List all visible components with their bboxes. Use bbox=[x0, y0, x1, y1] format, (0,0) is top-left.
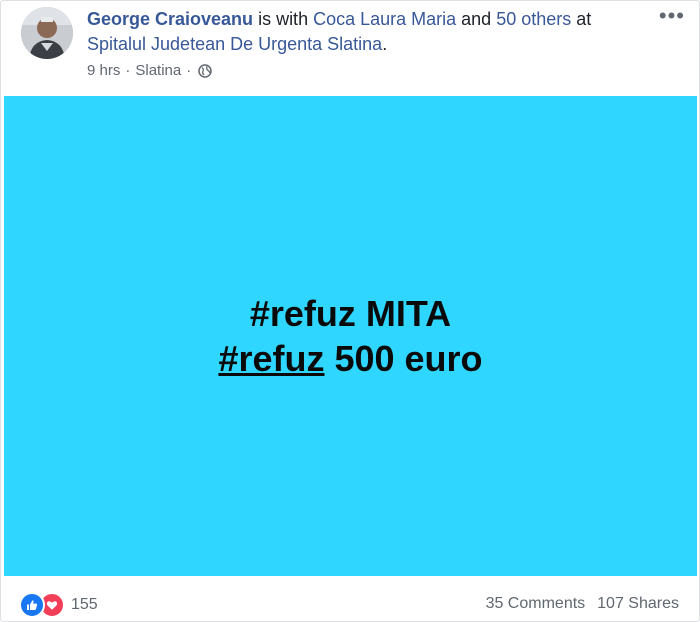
tagged-person-link[interactable]: Coca Laura Maria bbox=[313, 9, 456, 29]
like-icon bbox=[19, 592, 45, 618]
media-text-line-1: #refuz MITA bbox=[249, 293, 452, 334]
post-timestamp-link[interactable]: 9 hrs bbox=[87, 62, 120, 79]
globe-icon[interactable] bbox=[198, 63, 212, 78]
post-image[interactable]: #refuz MITA #refuz 500 euro bbox=[4, 96, 697, 576]
location-link[interactable]: Spitalul Judetean De Urgenta Slatina bbox=[87, 34, 382, 54]
reaction-count: 155 bbox=[71, 596, 98, 613]
post-footer: 155 35 Comments 107 Shares bbox=[1, 579, 699, 621]
header-at-text: at bbox=[571, 9, 592, 29]
post-meta: 9 hrs · Slatina · bbox=[87, 62, 212, 79]
reactions-summary[interactable]: 155 bbox=[19, 592, 98, 618]
post-header: George Craioveanu is with Coca Laura Mar… bbox=[1, 1, 699, 96]
more-options-button[interactable]: ••• bbox=[659, 5, 685, 27]
post-stats: 35 Comments 107 Shares bbox=[486, 595, 679, 613]
meta-separator-2: · bbox=[186, 62, 192, 79]
shares-count-link[interactable]: 107 Shares bbox=[597, 595, 679, 613]
author-avatar[interactable] bbox=[21, 7, 73, 59]
avatar-image bbox=[21, 7, 73, 59]
comments-count-link[interactable]: 35 Comments bbox=[486, 595, 586, 613]
author-name-link[interactable]: George Craioveanu bbox=[87, 9, 253, 29]
post-place-link[interactable]: Slatina bbox=[135, 62, 181, 79]
header-end-text: . bbox=[382, 34, 388, 54]
header-and-text: and bbox=[456, 9, 497, 29]
media-text-line-2: #refuz 500 euro bbox=[218, 336, 482, 381]
post-header-text: George Craioveanu is with Coca Laura Mar… bbox=[87, 7, 647, 57]
hashtag-refuz-link[interactable]: #refuz bbox=[218, 338, 324, 379]
post-card: George Craioveanu is with Coca Laura Mar… bbox=[0, 0, 700, 622]
tagged-others-link[interactable]: 50 others bbox=[496, 9, 571, 29]
header-with-text: is with bbox=[253, 9, 314, 29]
meta-separator: · bbox=[125, 62, 131, 79]
media-text-rest: 500 euro bbox=[324, 338, 483, 379]
